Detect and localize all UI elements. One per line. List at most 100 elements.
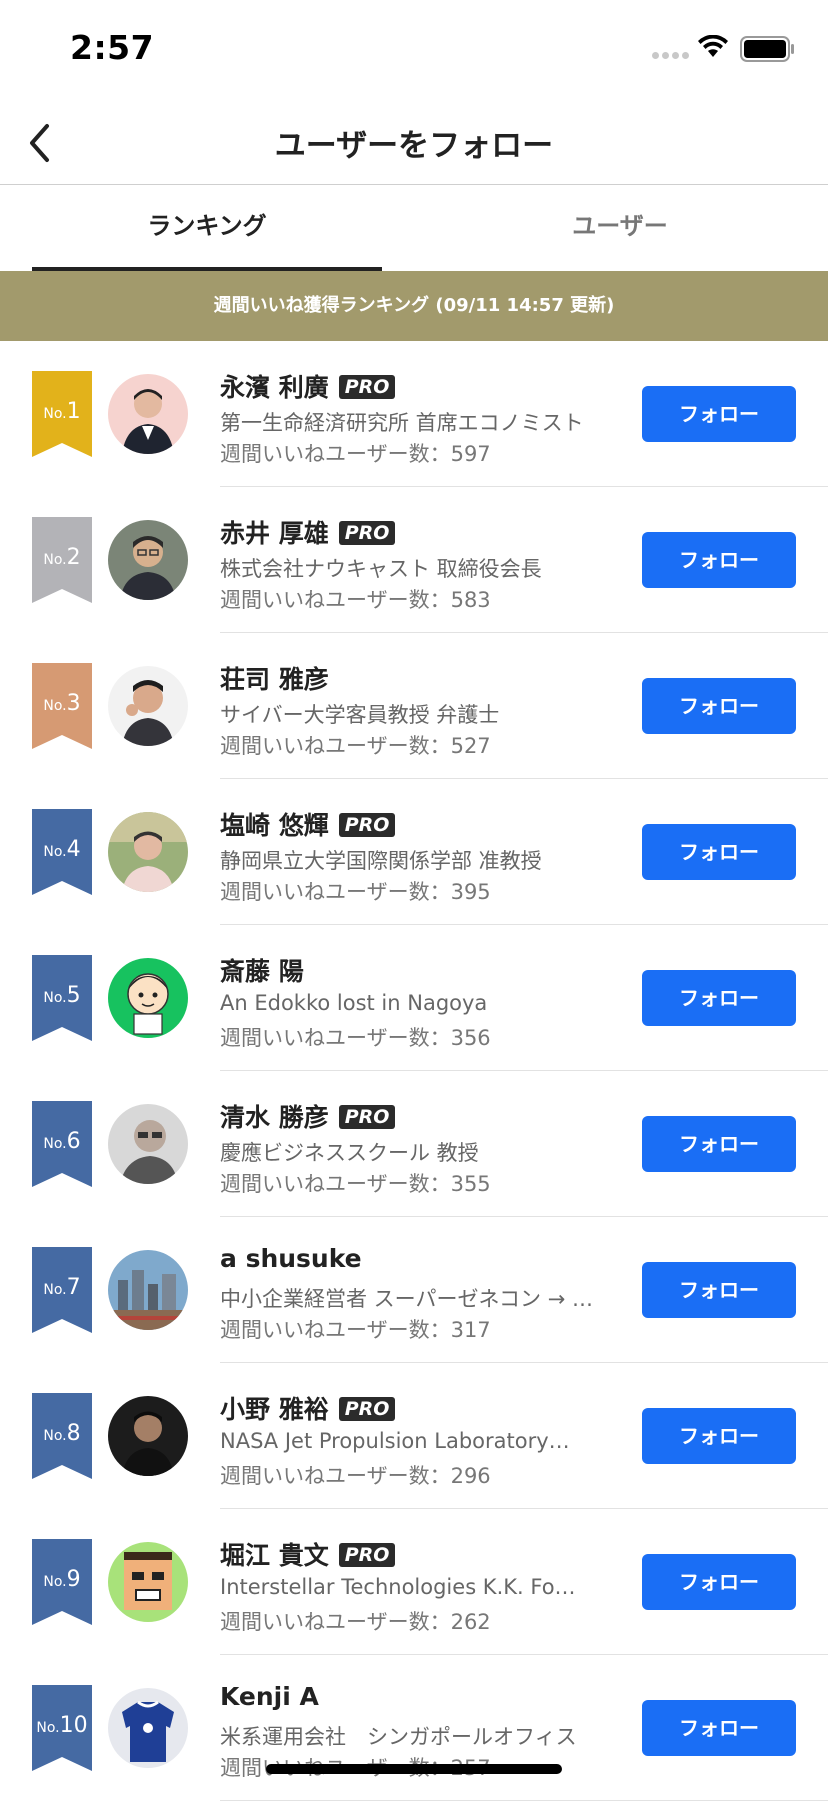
rank-number: No.4 bbox=[43, 837, 81, 862]
rank-number: No.7 bbox=[43, 1275, 81, 1300]
rank-number: No.2 bbox=[43, 545, 81, 570]
weekly-likes-count: 週間いいねユーザー数：262 bbox=[220, 1610, 491, 1634]
rank-number: No.1 bbox=[43, 399, 81, 424]
avatar-photo-man-glasses[interactable] bbox=[108, 520, 188, 600]
avatar-photo-man-dark[interactable] bbox=[108, 1396, 188, 1476]
status-bar: 2:57 bbox=[0, 0, 828, 100]
rank-ribbon: No.7 bbox=[32, 1247, 92, 1333]
follow-button[interactable]: フォロー bbox=[642, 1700, 796, 1756]
rank-number: No.6 bbox=[43, 1129, 81, 1154]
user-name[interactable]: 清水 勝彦 PRO bbox=[220, 1098, 396, 1134]
user-name-text: 荘司 雅彦 bbox=[220, 665, 329, 694]
avatar-photo-man-glasses-bw[interactable] bbox=[108, 1104, 188, 1184]
follow-button[interactable]: フォロー bbox=[642, 1408, 796, 1464]
status-time: 2:57 bbox=[70, 28, 155, 67]
user-name-text: 永濱 利廣 bbox=[220, 373, 329, 402]
user-name-text: 赤井 厚雄 bbox=[220, 519, 329, 548]
rank-ribbon: No.5 bbox=[32, 955, 92, 1041]
rank-number: No.3 bbox=[43, 691, 81, 716]
follow-button[interactable]: フォロー bbox=[642, 824, 796, 880]
user-name[interactable]: 斎藤 陽 bbox=[220, 952, 304, 988]
user-name[interactable]: 永濱 利廣 PRO bbox=[220, 368, 396, 404]
user-name[interactable]: 堀江 貴文 PRO bbox=[220, 1536, 396, 1572]
user-description: 慶應ビジネススクール 教授 bbox=[220, 1141, 479, 1165]
tab-ranking[interactable]: ランキング bbox=[32, 185, 382, 271]
user-name[interactable]: 赤井 厚雄 PRO bbox=[220, 514, 396, 550]
user-description: 静岡県立大学国際関係学部 准教授 bbox=[220, 849, 542, 873]
avatar-photo-man-thinking[interactable] bbox=[108, 666, 188, 746]
weekly-likes-count: 週間いいねユーザー数：317 bbox=[220, 1318, 491, 1342]
avatar-cartoon-green[interactable] bbox=[108, 958, 188, 1038]
ranking-row[interactable]: No.4 塩崎 悠輝 PRO 静岡県立大学国際関係学部 准教授 週間いいねユーザー数：3… bbox=[0, 779, 828, 925]
user-name[interactable]: Kenji A bbox=[220, 1682, 319, 1711]
rank-number: No.8 bbox=[43, 1421, 81, 1446]
ranking-row[interactable]: No.5 斎藤 陽 An Edokko lost in Nagoya 週間いいねユーザ… bbox=[0, 925, 828, 1071]
user-name-text: a shusuke bbox=[220, 1244, 362, 1273]
follow-button[interactable]: フォロー bbox=[642, 1262, 796, 1318]
pro-badge: PRO bbox=[338, 521, 396, 545]
user-name[interactable]: 塩崎 悠輝 PRO bbox=[220, 806, 396, 842]
rank-ribbon: No.1 bbox=[32, 371, 92, 457]
ranking-list: No.1 永濱 利廣 PRO 第一生命経済研究所 首席エコノミスト 週間いいねユーザー数… bbox=[0, 341, 828, 1801]
avatar-pixel-face[interactable] bbox=[108, 1542, 188, 1622]
ranking-banner: 週間いいね獲得ランキング (09/11 14:57 更新) bbox=[0, 271, 828, 341]
pro-badge: PRO bbox=[338, 375, 396, 399]
cellular-signal-icon bbox=[652, 52, 689, 59]
nav-bar: ユーザーをフォロー bbox=[0, 100, 828, 185]
avatar-photo-jersey[interactable] bbox=[108, 1688, 188, 1768]
user-name-text: 清水 勝彦 bbox=[220, 1103, 329, 1132]
page-title: ユーザーをフォロー bbox=[274, 128, 554, 164]
avatar-photo-city[interactable] bbox=[108, 1250, 188, 1330]
user-name[interactable]: 荘司 雅彦 bbox=[220, 660, 329, 696]
weekly-likes-count: 週間いいねユーザー数：583 bbox=[220, 588, 491, 612]
rank-ribbon: No.3 bbox=[32, 663, 92, 749]
rank-ribbon: No.4 bbox=[32, 809, 92, 895]
avatar-photo-man-suit[interactable] bbox=[108, 374, 188, 454]
follow-button[interactable]: フォロー bbox=[642, 1116, 796, 1172]
rank-ribbon: No.10 bbox=[32, 1685, 92, 1771]
ranking-row[interactable]: No.2 赤井 厚雄 PRO 株式会社ナウキャスト 取締役会長 週間いいねユーザー数：5… bbox=[0, 487, 828, 633]
user-description: NASA Jet Propulsion Laboratory… bbox=[220, 1429, 570, 1453]
follow-button[interactable]: フォロー bbox=[642, 532, 796, 588]
follow-button[interactable]: フォロー bbox=[642, 1554, 796, 1610]
wifi-icon bbox=[697, 34, 729, 63]
tab-users[interactable]: ユーザー bbox=[445, 185, 795, 271]
battery-icon bbox=[740, 36, 796, 66]
user-description: Interstellar Technologies K.K. Fo… bbox=[220, 1575, 576, 1599]
rank-ribbon: No.6 bbox=[32, 1101, 92, 1187]
ranking-row[interactable]: No.8 小野 雅裕 PRO NASA Jet Propulsion Laborato… bbox=[0, 1363, 828, 1509]
pro-badge: PRO bbox=[338, 1543, 396, 1567]
follow-button[interactable]: フォロー bbox=[642, 678, 796, 734]
home-indicator bbox=[266, 1764, 562, 1774]
weekly-likes-count: 週間いいねユーザー数：527 bbox=[220, 734, 491, 758]
follow-button[interactable]: フォロー bbox=[642, 970, 796, 1026]
weekly-likes-count: 週間いいねユーザー数：355 bbox=[220, 1172, 491, 1196]
ranking-row[interactable]: No.6 清水 勝彦 PRO 慶應ビジネススクール 教授 週間いいねユーザー数：355 フ… bbox=[0, 1071, 828, 1217]
weekly-likes-count: 週間いいねユーザー数：296 bbox=[220, 1464, 491, 1488]
user-name-text: 塩崎 悠輝 bbox=[220, 811, 329, 840]
user-name-text: Kenji A bbox=[220, 1682, 319, 1711]
weekly-likes-count: 週間いいねユーザー数：356 bbox=[220, 1026, 491, 1050]
tab-bar: ランキング ユーザー bbox=[0, 185, 828, 271]
pro-badge: PRO bbox=[338, 1397, 396, 1421]
user-name-text: 小野 雅裕 bbox=[220, 1395, 329, 1424]
rank-number: No.9 bbox=[43, 1567, 81, 1592]
user-name-text: 堀江 貴文 bbox=[220, 1541, 329, 1570]
user-name[interactable]: 小野 雅裕 PRO bbox=[220, 1390, 396, 1426]
user-description: An Edokko lost in Nagoya bbox=[220, 991, 488, 1015]
weekly-likes-count: 週間いいねユーザー数：395 bbox=[220, 880, 491, 904]
ranking-row[interactable]: No.10Kenji A米系運用会社 シンガポールオフィス週間いいねユーザー数：… bbox=[0, 1655, 828, 1801]
pro-badge: PRO bbox=[338, 1105, 396, 1129]
rank-ribbon: No.2 bbox=[32, 517, 92, 603]
avatar-photo-man-outdoor[interactable] bbox=[108, 812, 188, 892]
user-name[interactable]: a shusuke bbox=[220, 1244, 362, 1273]
follow-button[interactable]: フォロー bbox=[642, 386, 796, 442]
ranking-row[interactable]: No.3 荘司 雅彦 サイバー大学客員教授 弁護士 週間いいねユーザー数：527 フォロ… bbox=[0, 633, 828, 779]
weekly-likes-count: 週間いいねユーザー数：597 bbox=[220, 442, 491, 466]
rank-number: No.10 bbox=[36, 1713, 88, 1738]
ranking-row[interactable]: No.9 堀江 貴文 PRO Interstellar Technologies K.… bbox=[0, 1509, 828, 1655]
user-description: 株式会社ナウキャスト 取締役会長 bbox=[220, 557, 542, 581]
ranking-row[interactable]: No.7 a shusuke 中小企業経営者 スーパーゼネコン → … 週間いいねユー… bbox=[0, 1217, 828, 1363]
ranking-row[interactable]: No.1 永濱 利廣 PRO 第一生命経済研究所 首席エコノミスト 週間いいねユーザー数… bbox=[0, 341, 828, 487]
pro-badge: PRO bbox=[338, 813, 396, 837]
